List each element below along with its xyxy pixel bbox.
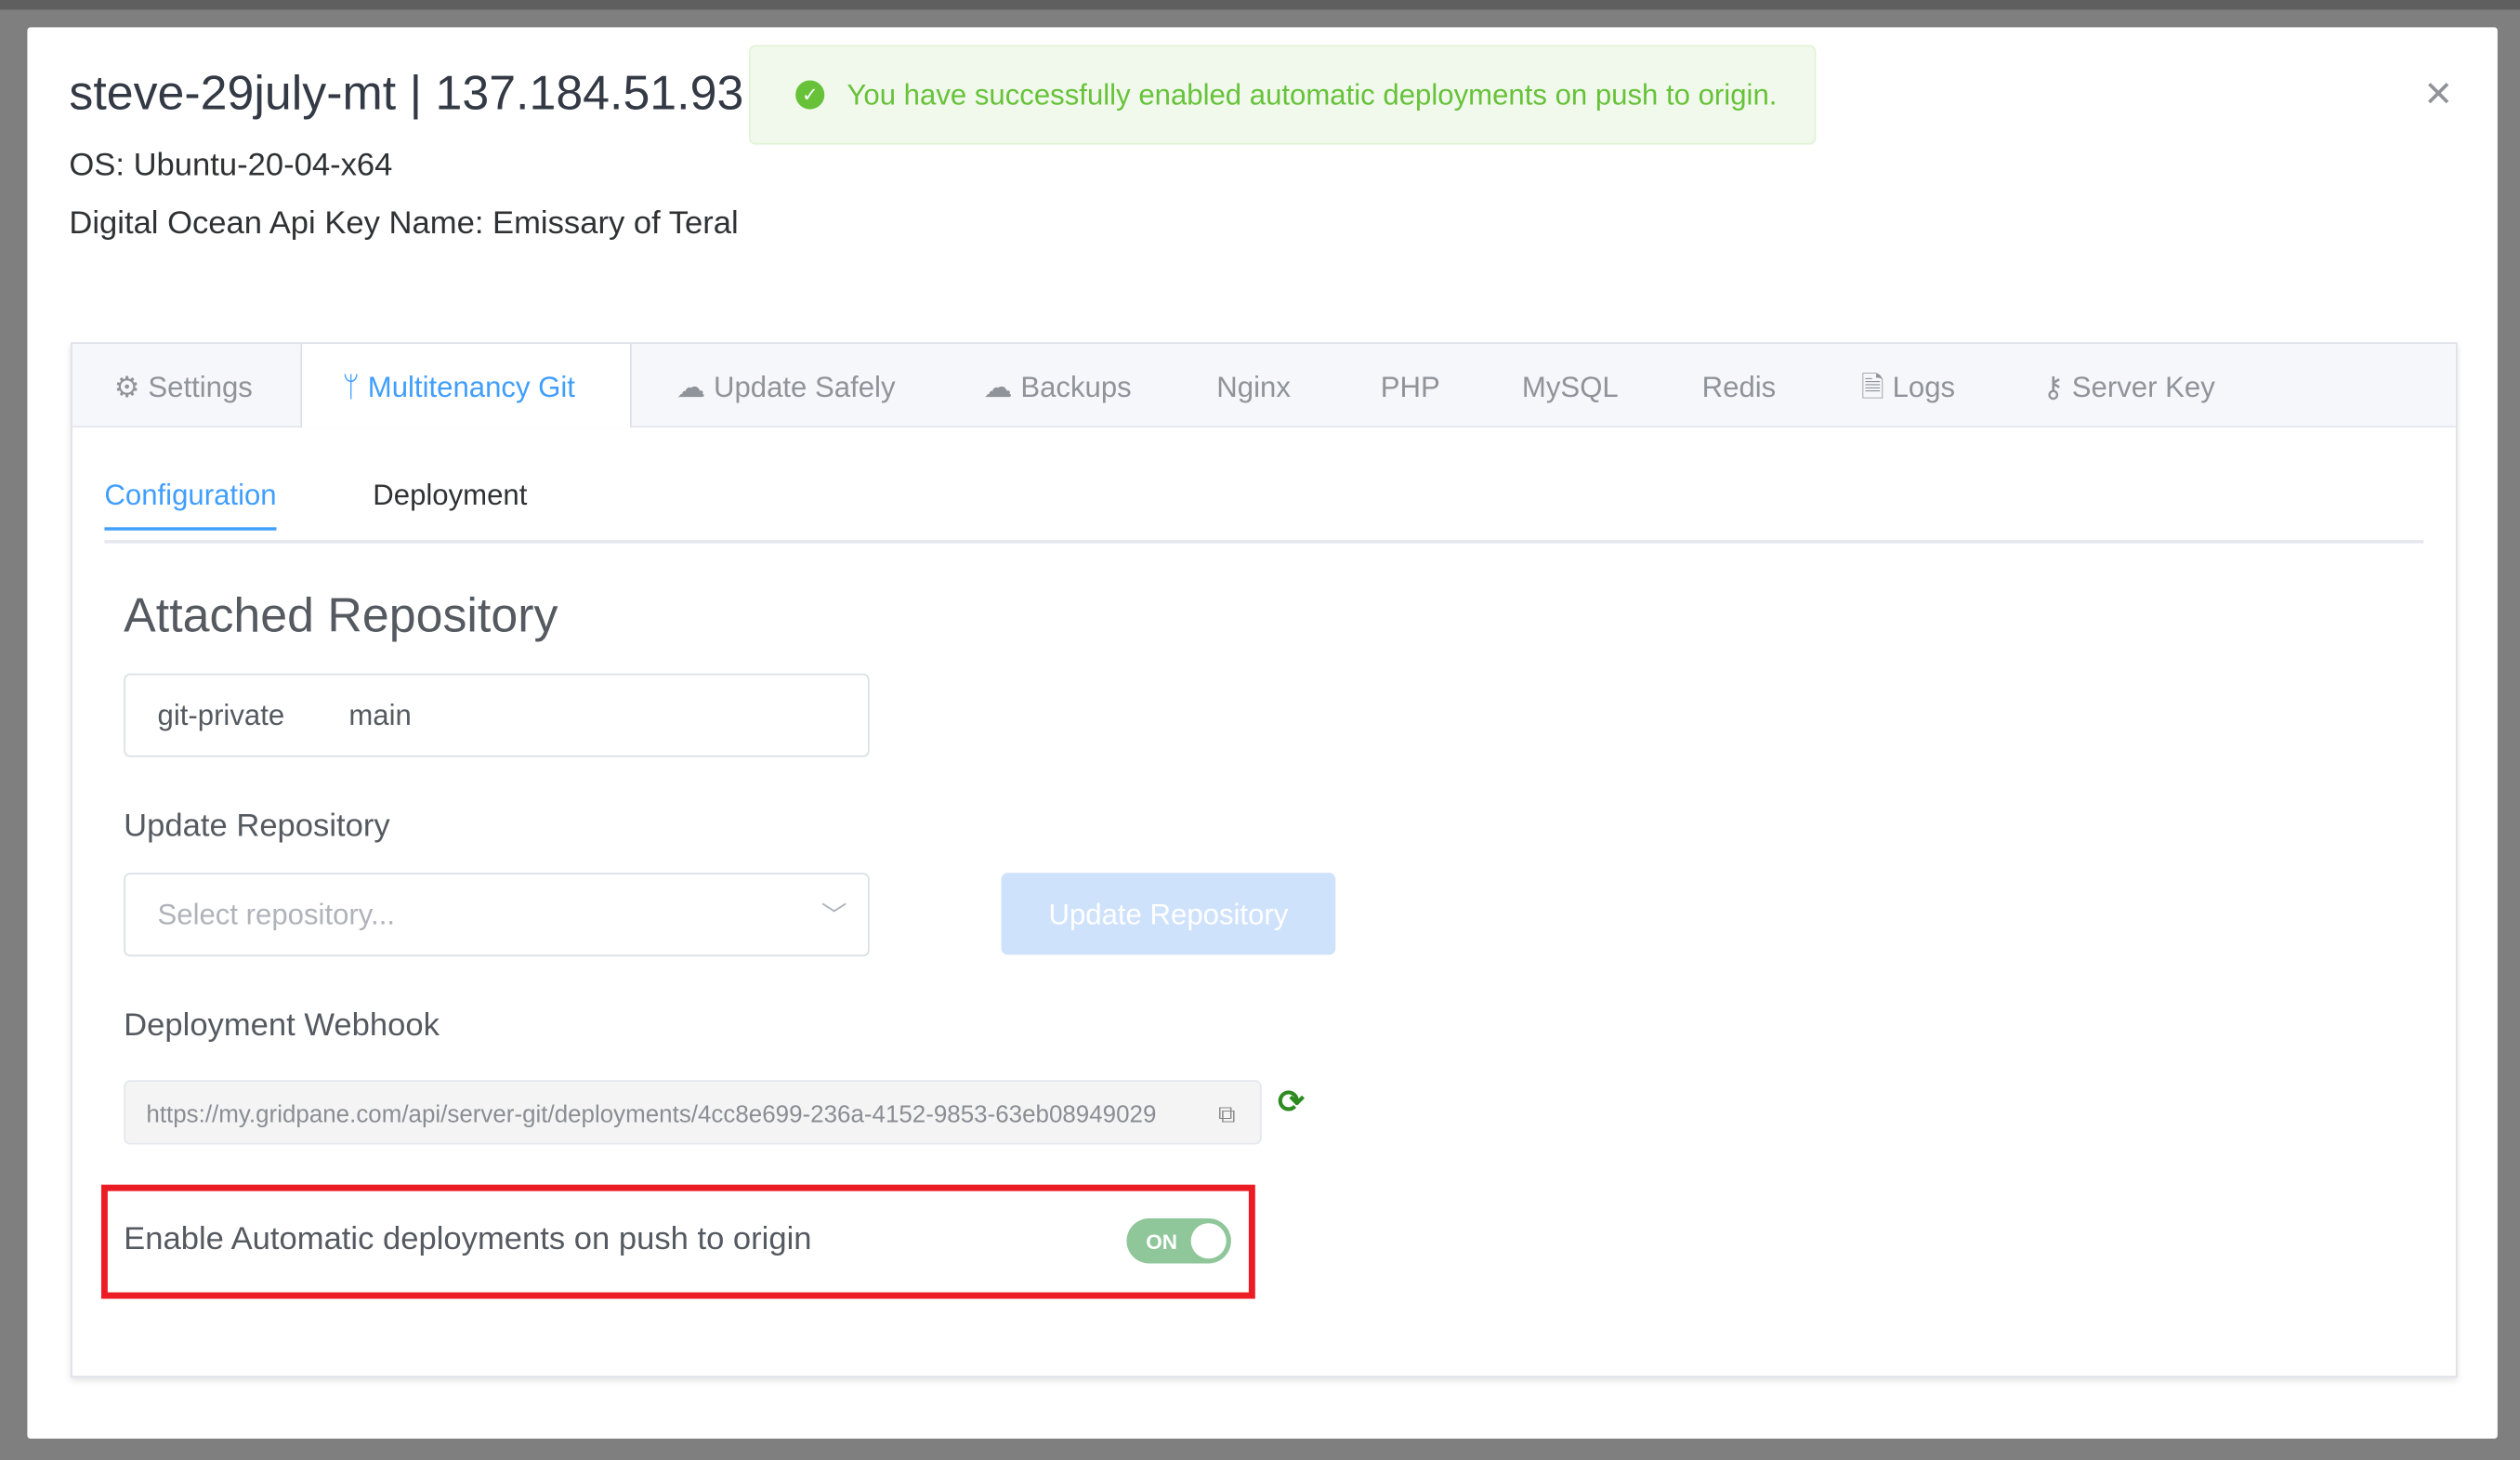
subtab-deployment[interactable]: Deployment <box>373 479 527 512</box>
tab-nginx[interactable]: Nginx <box>1216 344 1291 426</box>
tab-logs[interactable]: 🗎 Logs <box>1861 344 1955 426</box>
subtab-configuration[interactable]: Configuration <box>104 479 277 531</box>
cloud-upload-icon: ☁ <box>676 371 714 404</box>
close-icon[interactable]: ✕ <box>2423 74 2453 116</box>
tab-php[interactable]: PHP <box>1381 344 1440 426</box>
key-icon: ⚷ <box>2042 371 2072 404</box>
tab-multitenancy-git[interactable]: ᛘ Multitenancy Git <box>300 344 632 428</box>
auto-deploy-label: Enable Automatic deployments on push to … <box>124 1221 812 1257</box>
cloud-upload-icon: ☁ <box>983 371 1021 404</box>
check-circle-icon: ✓ <box>795 80 825 110</box>
attached-repository-field: git-private main <box>124 673 870 757</box>
webhook-url: https://my.gridpane.com/api/server-git/d… <box>146 1100 1157 1129</box>
toast-message: You have successfully enabled automatic … <box>847 77 1778 111</box>
tab-backups[interactable]: ☁ Backups <box>984 344 1132 426</box>
repository-select[interactable]: Select repository... ﹀ <box>124 873 870 957</box>
repo-branch: main <box>348 699 412 731</box>
tab-mysql[interactable]: MySQL <box>1522 344 1619 426</box>
backdrop <box>0 0 2520 10</box>
auto-deploy-toggle[interactable]: ON <box>1126 1218 1231 1264</box>
toggle-knob <box>1190 1223 1227 1259</box>
tab-update-safely[interactable]: ☁ Update Safely <box>676 344 895 426</box>
chevron-down-icon: ﹀ <box>820 903 847 931</box>
copy-icon[interactable]: ⧉ <box>1218 1082 1236 1148</box>
webhook-url-field[interactable]: https://my.gridpane.com/api/server-git/d… <box>124 1080 1262 1145</box>
document-icon: 🗎 <box>1860 371 1893 404</box>
repo-name: git-private <box>157 699 285 731</box>
attached-repository-heading: Attached Repository <box>124 589 558 643</box>
update-repository-button[interactable]: Update Repository <box>1001 873 1336 955</box>
success-toast: ✓ You have successfully enabled automati… <box>748 45 1817 145</box>
page-title: steve-29july-mt | 137.184.51.93 <box>69 67 744 121</box>
sub-tabs: Configuration Deployment <box>104 479 2424 544</box>
select-placeholder: Select repository... <box>157 898 396 931</box>
refresh-icon[interactable]: ⟳ <box>1278 1082 1305 1122</box>
server-tabs-card: ⚙ Settings ᛘ Multitenancy Git ☁ Update S… <box>71 342 2458 1378</box>
tab-redis[interactable]: Redis <box>1702 344 1777 426</box>
deployment-webhook-label: Deployment Webhook <box>124 1007 440 1044</box>
git-branch-icon: ᛘ <box>342 371 368 404</box>
api-key-info: Digital Ocean Api Key Name: Emissary of … <box>69 205 739 242</box>
tab-settings[interactable]: ⚙ Settings <box>72 344 301 426</box>
tab-server-key[interactable]: ⚷ Server Key <box>2042 344 2214 426</box>
toggle-state: ON <box>1146 1230 1177 1255</box>
tab-bar: ⚙ Settings ᛘ Multitenancy Git ☁ Update S… <box>72 344 2456 428</box>
update-repository-label: Update Repository <box>124 808 390 845</box>
os-info: OS: Ubuntu-20-04-x64 <box>69 148 393 184</box>
gear-icon: ⚙ <box>113 371 149 404</box>
